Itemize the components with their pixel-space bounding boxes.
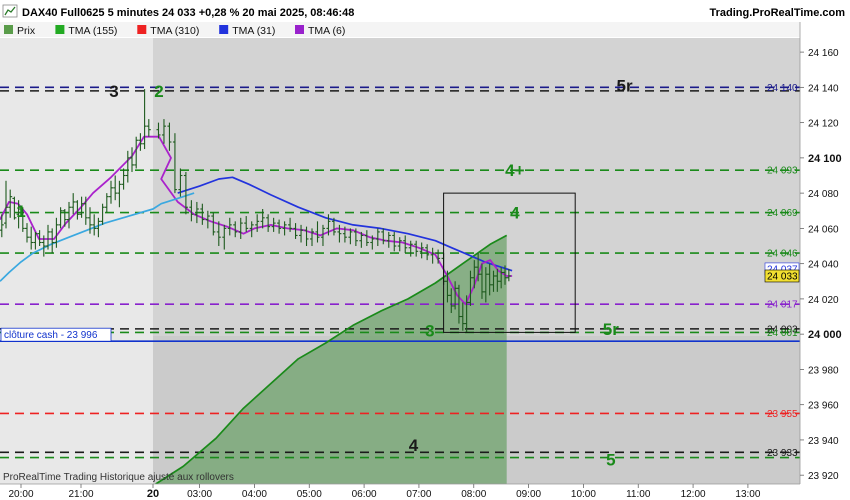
x-tick-label: 21:00 bbox=[68, 489, 93, 500]
indicator-legend: Prix TMA (155) TMA (310) TMA (31) TMA (6) bbox=[0, 22, 800, 37]
y-tick-label: 24 040 bbox=[808, 260, 839, 271]
level-label: 24 140 bbox=[767, 83, 798, 94]
x-tick-label: 13:00 bbox=[735, 489, 760, 500]
price-chart[interactable]: DAX40 Full0625 5 minutes 24 033 +0,28 % … bbox=[0, 0, 850, 500]
level-label: 24 046 bbox=[767, 249, 798, 260]
time-axis[interactable]: 20:00 21:00 20 03:00 04:00 05:00 06:00 07:00 08:… bbox=[0, 483, 850, 500]
price-axis[interactable]: 23 920 23 940 23 960 23 980 24 000 24 020 24 0… bbox=[799, 22, 850, 484]
x-tick-label: 05:00 bbox=[297, 489, 322, 500]
legend-swatch bbox=[295, 25, 304, 34]
x-tick-label: 20:00 bbox=[8, 489, 33, 500]
wave-label: 4+ bbox=[505, 161, 524, 180]
y-tick-label: 23 920 bbox=[808, 471, 839, 482]
legend-swatch bbox=[137, 25, 147, 34]
level-label: 23 933 bbox=[767, 448, 798, 459]
y-tick-label: 23 940 bbox=[808, 436, 839, 447]
y-tick-label: 24 160 bbox=[808, 48, 839, 59]
legend-swatch bbox=[219, 25, 229, 34]
x-tick-label: 03:00 bbox=[187, 489, 212, 500]
y-tick-label: 24 060 bbox=[808, 224, 839, 235]
x-tick-label: 12:00 bbox=[681, 489, 706, 500]
x-tick-label: 08:00 bbox=[461, 489, 486, 500]
footer-note: ProRealTime Trading Historique ajusté au… bbox=[3, 472, 234, 483]
wave-label: 2 bbox=[154, 82, 163, 101]
price-bars-icon bbox=[4, 25, 13, 34]
legend-label: TMA (31) bbox=[232, 25, 275, 37]
y-tick-label: 24 020 bbox=[808, 295, 839, 306]
y-tick-label: 23 980 bbox=[808, 365, 839, 376]
wave-label: 3 bbox=[425, 322, 434, 341]
legend-label: TMA (6) bbox=[308, 25, 345, 37]
legend-label: TMA (155) bbox=[68, 25, 117, 37]
wave-label: 5 bbox=[606, 450, 615, 469]
wave-label: 1 bbox=[16, 202, 25, 221]
x-tick-label: 09:00 bbox=[516, 489, 541, 500]
legend-swatch bbox=[55, 25, 65, 34]
y-tick-label: 24 080 bbox=[808, 189, 839, 200]
wave-label: 5r bbox=[617, 77, 633, 96]
level-label: 24 069 bbox=[767, 208, 798, 219]
y-tick-label: 23 960 bbox=[808, 401, 839, 412]
x-tick-label: 07:00 bbox=[406, 489, 431, 500]
level-label: 24 001 bbox=[767, 328, 798, 339]
y-tick-label: 24 000 bbox=[808, 329, 842, 341]
y-tick-label: 24 140 bbox=[808, 83, 839, 94]
level-label: 24 017 bbox=[767, 300, 798, 311]
level-label: 24 093 bbox=[767, 166, 798, 177]
legend-label: Prix bbox=[17, 25, 36, 37]
cash-close-label: clôture cash - 23 996 bbox=[4, 330, 98, 341]
legend-label: TMA (310) bbox=[150, 25, 199, 37]
chart-icon bbox=[2, 4, 18, 18]
x-tick-label: 11:00 bbox=[626, 489, 651, 500]
wave-label: 4 bbox=[409, 436, 419, 455]
x-tick-label: 10:00 bbox=[571, 489, 596, 500]
level-label: 24 033 bbox=[767, 271, 798, 282]
instrument-title: DAX40 Full0625 5 minutes 24 033 +0,28 % … bbox=[22, 7, 354, 19]
wave-label: 5r bbox=[603, 320, 619, 339]
level-label: 23 955 bbox=[767, 409, 798, 420]
x-tick-label: 20 bbox=[147, 488, 159, 500]
wave-label: 4 bbox=[510, 204, 520, 223]
x-tick-label: 04:00 bbox=[242, 489, 267, 500]
x-tick-label: 06:00 bbox=[352, 489, 377, 500]
source-label[interactable]: Trading.ProRealTime.com bbox=[709, 7, 845, 19]
y-tick-label: 24 120 bbox=[808, 119, 839, 130]
wave-label: 3 bbox=[109, 82, 118, 101]
y-tick-label: 24 100 bbox=[808, 153, 842, 165]
